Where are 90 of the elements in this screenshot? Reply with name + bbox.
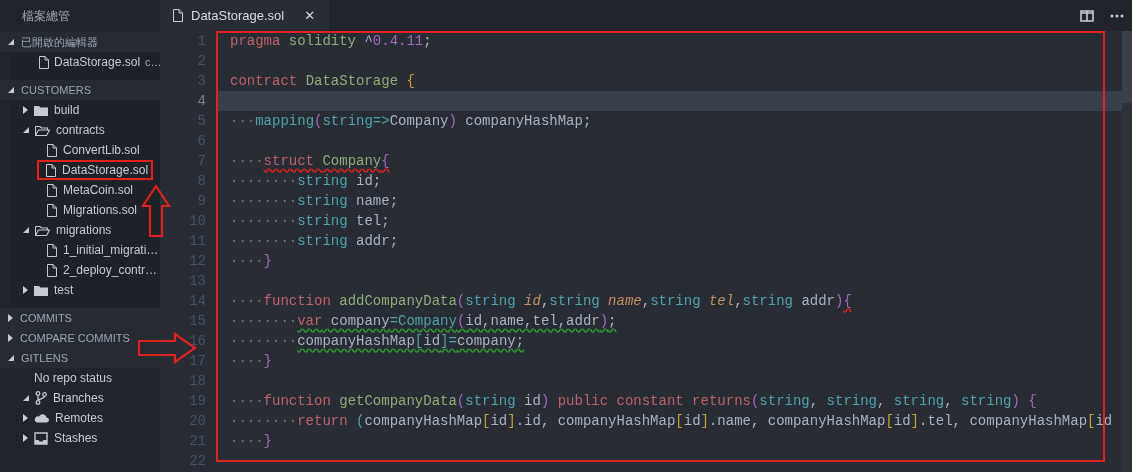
expanded-arrow-icon [23,127,29,133]
file-name: MetaCoin.sol [63,183,134,197]
expanded-arrow-icon [8,355,14,361]
code-line: ····} [230,253,272,269]
expanded-arrow-icon [8,39,14,45]
section-header[interactable]: COMPARE COMMITS [0,328,160,348]
section-title: COMPARE COMMITS [20,332,130,344]
collapsed-arrow-icon [23,106,28,114]
code-line: ········companyHashMap[id]=company; [230,333,525,349]
section-title: GITLENS [21,352,69,364]
file-name: migrations [56,223,112,237]
tree-item[interactable]: Branches [0,388,160,408]
split-editor-icon [1080,9,1094,22]
code-line: ····} [230,433,272,449]
file-name: DataStorage.sol [62,163,149,177]
collapsed-arrow-icon [8,334,13,342]
file-name: 2_deploy_contr… [63,263,158,277]
file-icon [45,163,56,177]
code-line: ········string id; [230,173,382,189]
inbox-icon [34,431,48,445]
section-header[interactable]: GITLENS [0,348,160,368]
file-name: Migrations.sol [63,203,138,217]
file-name: ConvertLib.sol [63,143,140,157]
section-header[interactable]: COMMITS [0,308,160,328]
sidebar-title: 檔案總管 [21,8,71,25]
code-line: pragma solidity ^0.4.11; [230,33,432,49]
file-name: build [54,103,80,117]
more-icon [1110,13,1124,18]
section-title: 已開啟的編輯器 [21,34,98,50]
scrollbar-thumb[interactable] [1122,31,1132,103]
branch-icon [35,391,47,405]
tree-item[interactable]: Migrations.sol [10,200,160,220]
collapsed-arrow-icon [23,434,28,442]
item-label: Remotes [55,411,104,425]
tree-item[interactable]: build [10,100,160,120]
folder-icon [34,284,48,296]
tree-item[interactable]: MetaCoin.sol [10,180,160,200]
code-line: ········string tel; [230,213,390,229]
file-icon [46,143,57,157]
tree-item[interactable]: DataStorage.sol c… [10,52,160,72]
section-title: COMMITS [20,312,72,324]
code-line: contract DataStorage { [230,73,415,89]
expanded-arrow-icon [8,87,14,93]
tree-item[interactable]: Remotes [0,408,160,428]
code-line: ········string addr; [230,233,399,249]
tree-item[interactable]: DataStorage.sol [10,160,160,180]
expanded-arrow-icon [23,227,29,233]
line-number: 4 [196,92,206,111]
tree-item[interactable]: 1_initial_migrati… [10,240,160,260]
tree-item[interactable]: Stashes [0,428,160,448]
file-icon [46,203,57,217]
cloud-icon [34,413,49,423]
tree-item[interactable]: ConvertLib.sol [10,140,160,160]
tree-item[interactable]: 2_deploy_contr… [10,260,160,280]
editor-tab[interactable]: DataStorage.sol ✕ [160,0,330,31]
code-line: ····function addCompanyData(string id,string name,string tel,string addr){ [230,293,852,309]
file-icon [46,183,57,197]
expanded-arrow-icon [23,395,29,401]
file-icon [38,55,49,69]
tab-title: DataStorage.sol [191,8,285,23]
tree-item[interactable]: contracts [10,120,160,140]
tree-item[interactable]: test [10,280,160,300]
section-title: CUSTOMERS [21,84,92,96]
tree-item[interactable]: migrations [10,220,160,240]
code-line: ········var company=Company(id,name,tel,addr); [230,313,617,329]
collapsed-arrow-icon [8,314,13,322]
section-header[interactable]: 已開啟的編輯器 [0,32,160,52]
code-line: ····function getCompanyData(string id) public constant returns(string, string, string, string) { [230,393,1037,409]
folder-icon [34,104,48,116]
item-label: Branches [53,391,104,405]
code-line: ····} [230,353,272,369]
code-line: ···mapping(string=>Company) companyHashMap; [230,113,592,129]
file-name: DataStorage.sol [54,55,141,69]
code-line: ····struct Company{ [230,153,390,169]
folder-icon [35,224,50,236]
code-line: ········string name; [230,193,399,209]
file-name: 1_initial_migrati… [63,243,159,257]
section-header[interactable]: CUSTOMERS [0,80,160,100]
file-icon [46,243,57,257]
file-icon [46,263,57,277]
folder-icon [35,124,50,136]
status-message: No repo status [33,370,114,387]
close-button[interactable]: ✕ [304,8,316,23]
file-name: test [54,283,74,297]
collapsed-arrow-icon [23,414,28,422]
file-icon [172,9,183,22]
collapsed-arrow-icon [23,286,28,294]
item-label: Stashes [54,431,98,445]
file-name: contracts [56,123,105,137]
file-path: c… [145,56,162,68]
